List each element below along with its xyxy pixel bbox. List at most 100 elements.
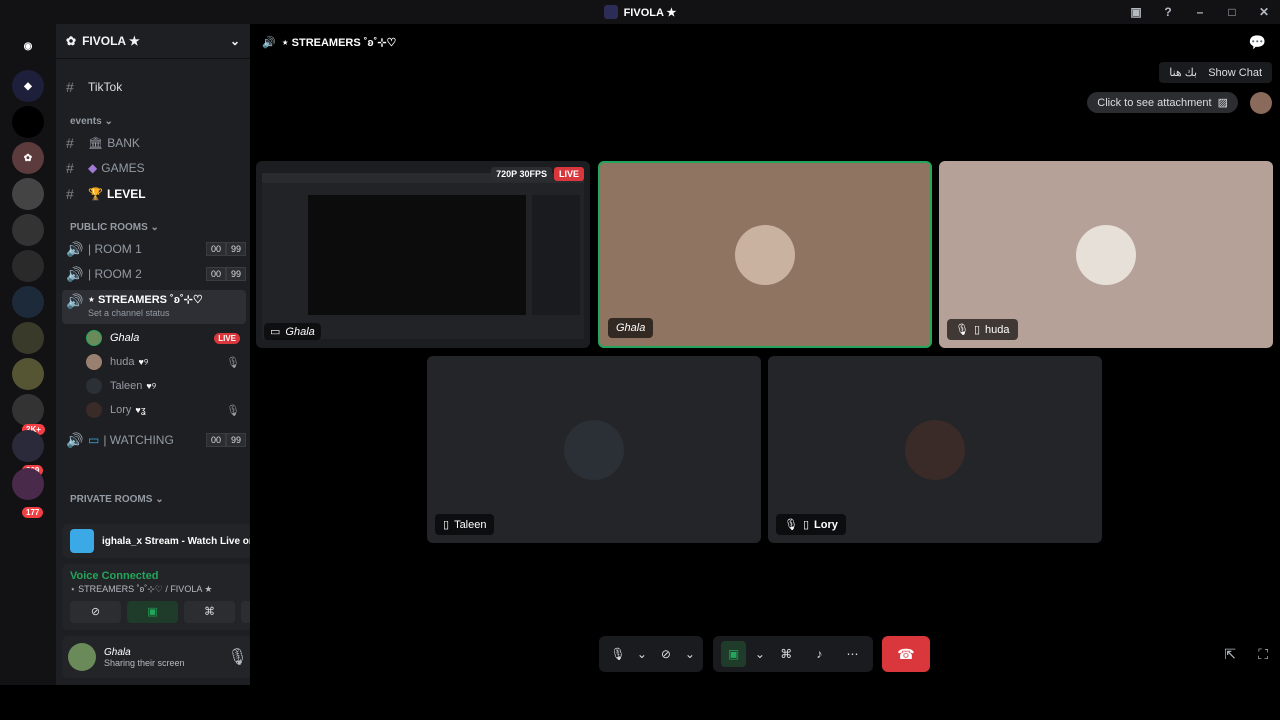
- server-list: ◉ ◆ ✿ 2K+ 269 177: [0, 24, 56, 685]
- mic-icon[interactable]: 🎙: [227, 647, 247, 667]
- speaker-icon: 🔊: [66, 265, 84, 282]
- stream-thumbnail-icon: [70, 529, 94, 553]
- hash-icon: #: [66, 186, 74, 202]
- participant-tile[interactable]: 🎙 ▯ Lory: [768, 356, 1102, 543]
- category-events[interactable]: events ⌄: [70, 116, 113, 127]
- participant-tile[interactable]: ▯ Taleen: [427, 356, 761, 543]
- tile-user-name: Ghala: [616, 322, 646, 334]
- image-icon: ▨: [1217, 97, 1228, 109]
- hash-icon: #: [66, 135, 74, 151]
- my-user-name: Ghala: [104, 646, 131, 658]
- screen-share-options-chevron-icon[interactable]: ⌄: [754, 641, 766, 667]
- tile-label: ▯ Taleen: [435, 514, 495, 535]
- my-user-status: Sharing their screen: [104, 657, 185, 668]
- server-icon[interactable]: ◆: [12, 70, 44, 102]
- screen-share-button[interactable]: ▣: [127, 601, 178, 623]
- channel-games[interactable]: # ◆ GAMES: [62, 157, 246, 179]
- voice-user[interactable]: Taleen ♥୨: [86, 376, 240, 396]
- user-limit-pill: 00 99: [205, 433, 246, 447]
- channel-status[interactable]: Set a channel status: [88, 308, 203, 318]
- screen-share-button[interactable]: ▣: [721, 641, 747, 667]
- server-icon[interactable]: ✿: [12, 142, 44, 174]
- app-logo-icon: [603, 5, 618, 19]
- participant-tile[interactable]: 🎙 ▯ huda: [939, 161, 1273, 348]
- voice-status[interactable]: Voice Connected: [70, 570, 212, 582]
- server-icon[interactable]: [12, 322, 44, 354]
- voice-user[interactable]: Lory ♥ʓ 🎙: [86, 400, 240, 420]
- voice-channel-name[interactable]: ⋆ STREAMERS ˚ʚ˚⊹♡ / FIVOLA ★: [70, 584, 212, 595]
- server-icon[interactable]: [12, 214, 44, 246]
- voice-channel-streamers[interactable]: 🔊 ⋆ STREAMERS ˚ʚ˚⊹♡ Set a channel status: [62, 290, 246, 324]
- camera-off-button[interactable]: ⊘: [70, 601, 121, 623]
- server-icon[interactable]: [12, 430, 44, 462]
- more-options-icon[interactable]: ⋯: [840, 641, 865, 667]
- close-button[interactable]: ✕: [1248, 0, 1280, 24]
- voice-user[interactable]: Ghala LIVE: [86, 328, 240, 348]
- mobile-icon: ▯: [802, 519, 810, 531]
- show-chat-tooltip: بك هنا Show Chat: [1159, 62, 1272, 83]
- avatar: [735, 224, 795, 285]
- stream-tile[interactable]: 720P 30FPS LIVE ▭ Ghala: [256, 161, 590, 348]
- call-area: 🔊 ⋆ STREAMERS ˚ʚ˚⊹♡ 💬 بك هنا Show Chat C…: [250, 24, 1280, 720]
- pop-out-icon[interactable]: ⇱: [1224, 646, 1236, 663]
- camera-off-button[interactable]: ⊘: [655, 641, 677, 667]
- guild-name: FIVOLA ★: [82, 34, 140, 48]
- tile-label: 🎙 ▯ huda: [947, 319, 1018, 340]
- tile-label: 🎙 ▯ Lory: [776, 514, 846, 535]
- user-name: huda: [110, 356, 135, 368]
- activity-button[interactable]: ⌘: [184, 601, 235, 623]
- chat-icon[interactable]: 💬: [1249, 34, 1266, 51]
- screen-icon: ▭: [270, 326, 281, 338]
- channel-tiktok[interactable]: # TikTok: [62, 76, 246, 98]
- tile-label: Ghala: [608, 318, 654, 338]
- soundboard-button[interactable]: ♪: [807, 641, 832, 667]
- category-label: PRIVATE ROOMS: [70, 494, 153, 505]
- voice-room-1[interactable]: 🔊 | ROOM 1 00 99: [62, 238, 246, 260]
- voice-watching[interactable]: 🔊 ▭ | WATCHING 00 99: [62, 429, 246, 451]
- avatar[interactable]: [68, 643, 96, 671]
- server-icon[interactable]: [12, 358, 44, 390]
- stream-quality-badge: 720P 30FPS: [491, 167, 552, 181]
- user-limit-pill: 00 99: [205, 267, 246, 281]
- speaker-icon: 🔊: [66, 240, 84, 257]
- channel-level[interactable]: # 🏆 LEVEL: [62, 183, 246, 205]
- server-icon[interactable]: [12, 394, 44, 426]
- server-icon[interactable]: [12, 178, 44, 210]
- mic-button[interactable]: 🎙: [607, 641, 629, 667]
- camera-options-chevron-icon[interactable]: ⌄: [685, 641, 695, 667]
- user-limit-pill: 00 99: [205, 242, 246, 256]
- discord-home-icon[interactable]: ◉: [12, 30, 44, 62]
- avatar: [86, 354, 102, 370]
- live-badge: LIVE: [214, 332, 240, 344]
- category-public-rooms[interactable]: PUBLIC ROOMS ⌄: [70, 222, 159, 233]
- participant-tile[interactable]: Ghala: [598, 161, 932, 348]
- minimize-button[interactable]: –: [1184, 0, 1216, 24]
- leave-call-button[interactable]: ☎: [882, 636, 930, 672]
- fullscreen-icon[interactable]: ⛶: [1258, 646, 1268, 663]
- voice-room-2[interactable]: 🔊 | ROOM 2 00 99: [62, 263, 246, 285]
- gamepad-icon: ◆: [88, 161, 98, 175]
- maximize-button[interactable]: □: [1216, 0, 1248, 24]
- channel-bank[interactable]: # 🏛 BANK: [62, 132, 246, 154]
- mic-options-chevron-icon[interactable]: ⌄: [637, 641, 647, 667]
- server-icon[interactable]: [12, 106, 44, 138]
- category-private-rooms[interactable]: PRIVATE ROOMS ⌄: [70, 494, 164, 505]
- server-icon[interactable]: [12, 286, 44, 318]
- channel-label: BANK: [107, 136, 140, 150]
- voice-user[interactable]: huda ♥୨ 🎙: [86, 352, 240, 372]
- activity-button[interactable]: ⌘: [774, 641, 799, 667]
- help-icon[interactable]: ?: [1152, 0, 1184, 24]
- server-icon[interactable]: [12, 250, 44, 282]
- user-name: Lory: [110, 404, 132, 416]
- server-icon[interactable]: [12, 468, 44, 500]
- category-label: PUBLIC ROOMS: [70, 222, 148, 233]
- inbox-icon[interactable]: ▣: [1120, 0, 1152, 24]
- attachment-hint[interactable]: Click to see attachment ▨: [1087, 92, 1238, 113]
- guild-header[interactable]: ✿ FIVOLA ★ ⌄: [56, 24, 250, 59]
- channel-label: | WATCHING: [103, 433, 174, 447]
- mic-muted-icon: 🎙: [226, 356, 240, 369]
- avatar[interactable]: [1250, 92, 1272, 114]
- guild-icon: ✿: [66, 34, 77, 48]
- channel-label: GAMES: [101, 161, 145, 175]
- activity-controls: ▣ ⌄ ⌘ ♪ ⋯: [713, 636, 873, 672]
